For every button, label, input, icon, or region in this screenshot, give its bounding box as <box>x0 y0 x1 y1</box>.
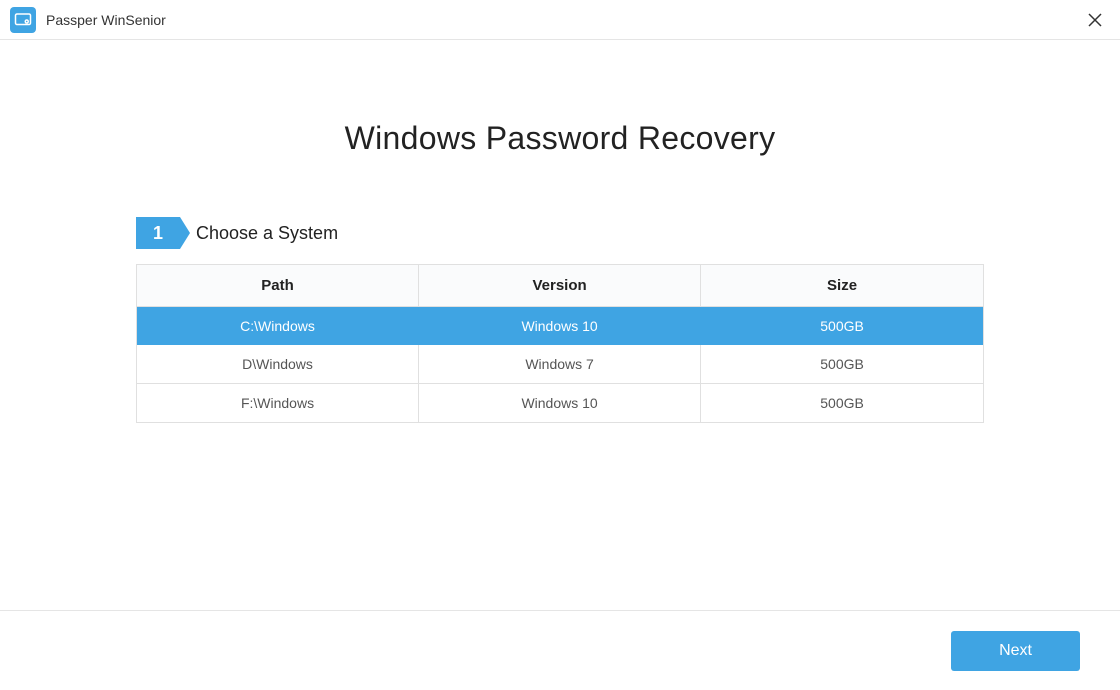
footer: Next <box>0 610 1120 690</box>
table-row[interactable]: D\Windows Windows 7 500GB <box>137 345 984 384</box>
col-header-version: Version <box>419 265 701 307</box>
system-table: Path Version Size C:\Windows Windows 10 … <box>136 264 984 423</box>
cell-version: Windows 7 <box>419 345 701 384</box>
cell-path: F:\Windows <box>137 384 419 423</box>
col-header-size: Size <box>701 265 984 307</box>
table-row[interactable]: C:\Windows Windows 10 500GB <box>137 307 984 346</box>
step-number-badge: 1 <box>136 217 180 249</box>
step-header: 1 Choose a System <box>136 217 984 249</box>
cell-path: D\Windows <box>137 345 419 384</box>
cell-size: 500GB <box>701 345 984 384</box>
step-label: Choose a System <box>196 223 338 244</box>
title-bar: Passper WinSenior <box>0 0 1120 40</box>
cell-size: 500GB <box>701 307 984 346</box>
cell-version: Windows 10 <box>419 307 701 346</box>
cell-size: 500GB <box>701 384 984 423</box>
page-title: Windows Password Recovery <box>345 120 776 157</box>
main-content: Windows Password Recovery 1 Choose a Sys… <box>0 40 1120 423</box>
title-left: Passper WinSenior <box>10 7 166 33</box>
table-header-row: Path Version Size <box>137 265 984 307</box>
close-button[interactable] <box>1080 5 1110 35</box>
next-button[interactable]: Next <box>951 631 1080 671</box>
col-header-path: Path <box>137 265 419 307</box>
table-row[interactable]: F:\Windows Windows 10 500GB <box>137 384 984 423</box>
close-icon <box>1088 13 1102 27</box>
app-title: Passper WinSenior <box>46 12 166 28</box>
cell-path: C:\Windows <box>137 307 419 346</box>
app-icon <box>10 7 36 33</box>
cell-version: Windows 10 <box>419 384 701 423</box>
